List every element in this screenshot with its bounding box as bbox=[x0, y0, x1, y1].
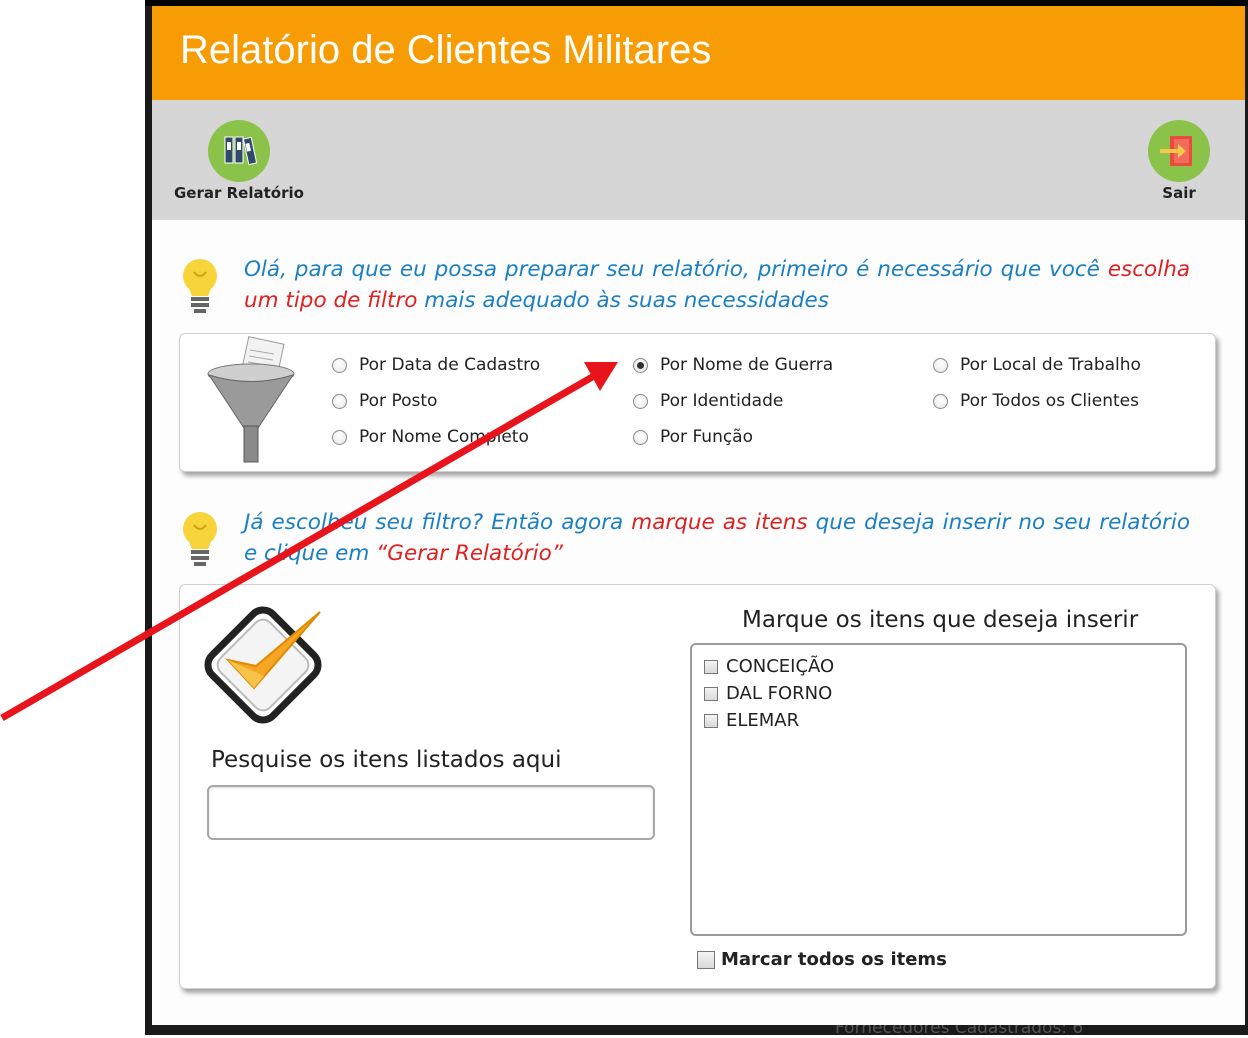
books-icon bbox=[207, 120, 270, 182]
item-label: ELEMAR bbox=[726, 710, 800, 731]
toolbar: Gerar Relatório Sair bbox=[152, 100, 1245, 220]
mark-all-checkbox[interactable]: Marcar todos os items bbox=[697, 949, 947, 970]
item-label: CONCEIÇÃO bbox=[726, 656, 835, 677]
radio-button[interactable] bbox=[633, 357, 648, 373]
generate-report-button[interactable]: Gerar Relatório bbox=[174, 120, 304, 202]
list-item[interactable]: ELEMAR bbox=[692, 707, 1185, 734]
filter-option-7[interactable]: Por Todos os Clientes bbox=[933, 391, 1139, 411]
filter-hint-text-1: Olá, para que eu possa preparar seu rela… bbox=[244, 257, 1108, 282]
filter-option-1[interactable]: Por Posto bbox=[332, 391, 437, 411]
item-checkbox[interactable] bbox=[704, 659, 718, 674]
filter-option-4[interactable]: Por Identidade bbox=[633, 391, 783, 411]
filter-option-0[interactable]: Por Data de Cadastro bbox=[332, 355, 540, 375]
items-hint-text-4: “Gerar Relatório” bbox=[376, 541, 563, 566]
exit-button[interactable]: Sair bbox=[1148, 120, 1210, 202]
lightbulb-icon bbox=[183, 259, 217, 313]
radio-button[interactable] bbox=[633, 393, 648, 409]
filter-option-label: Por Função bbox=[660, 427, 754, 447]
items-hint-text-2: marque as itens bbox=[631, 510, 808, 535]
radio-button[interactable] bbox=[933, 357, 948, 373]
items-hint: Já escolheu seu filtro? Então agora marq… bbox=[244, 507, 1190, 569]
items-listbox[interactable]: CONCEIÇÃO DAL FORNO ELEMAR bbox=[690, 643, 1187, 936]
filter-option-5[interactable]: Por Função bbox=[633, 427, 753, 447]
generate-report-label: Gerar Relatório bbox=[174, 184, 304, 202]
filter-hint: Olá, para que eu possa preparar seu rela… bbox=[244, 254, 1190, 316]
filter-option-label: Por Todos os Clientes bbox=[960, 391, 1139, 411]
title-bar: Relatório de Clientes Militares bbox=[152, 6, 1245, 100]
items-hint-text-1: Já escolheu seu filtro? Então agora bbox=[244, 510, 632, 535]
report-window: Relatório de Clientes Militares Gerar Re… bbox=[152, 6, 1245, 1025]
filter-option-label: Por Identidade bbox=[660, 391, 784, 411]
list-item[interactable]: DAL FORNO bbox=[692, 680, 1185, 707]
items-list-title: Marque os itens que deseja inserir bbox=[742, 607, 1139, 633]
item-checkbox[interactable] bbox=[704, 686, 718, 701]
search-label: Pesquise os itens listados aqui bbox=[211, 747, 562, 773]
mark-all-label: Marcar todos os items bbox=[721, 949, 947, 970]
item-checkbox[interactable] bbox=[704, 713, 718, 728]
filter-option-6[interactable]: Por Local de Trabalho bbox=[933, 355, 1141, 375]
radio-button[interactable] bbox=[332, 393, 347, 409]
radio-button[interactable] bbox=[633, 429, 648, 445]
search-input[interactable] bbox=[207, 785, 655, 840]
filter-option-label: Por Local de Trabalho bbox=[960, 355, 1141, 375]
lightbulb-icon bbox=[183, 512, 217, 566]
filter-option-label: Por Nome Completo bbox=[359, 427, 529, 447]
exit-label: Sair bbox=[1162, 184, 1196, 202]
funnel-icon bbox=[207, 336, 295, 463]
items-panel: Pesquise os itens listados aqui Marque o… bbox=[179, 584, 1216, 989]
filter-option-2[interactable]: Por Nome Completo bbox=[332, 427, 529, 447]
mark-all-box[interactable] bbox=[697, 950, 715, 969]
radio-button[interactable] bbox=[933, 393, 948, 409]
window-title: Relatório de Clientes Militares bbox=[180, 28, 712, 72]
filter-hint-text-3: mais adequado às suas necessidades bbox=[417, 288, 829, 313]
exit-door-icon bbox=[1148, 120, 1210, 182]
radio-button[interactable] bbox=[332, 429, 347, 445]
list-item[interactable]: CONCEIÇÃO bbox=[692, 653, 1185, 680]
checkmark-icon bbox=[204, 606, 322, 724]
filter-option-3[interactable]: Por Nome de Guerra bbox=[633, 355, 833, 375]
filter-option-label: Por Nome de Guerra bbox=[660, 355, 834, 375]
radio-button[interactable] bbox=[332, 357, 347, 373]
filter-option-label: Por Data de Cadastro bbox=[359, 355, 541, 375]
filter-option-label: Por Posto bbox=[359, 391, 438, 411]
item-label: DAL FORNO bbox=[726, 683, 833, 704]
